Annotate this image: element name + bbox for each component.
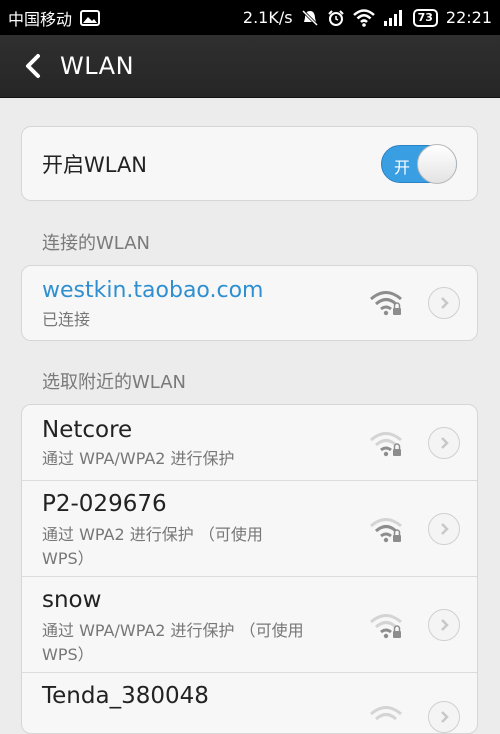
- wifi-signal-lock-icon: [370, 518, 402, 543]
- wlan-toggle-card: 开启WLAN 开: [21, 126, 478, 201]
- chevron-right-icon: [441, 523, 449, 535]
- network-detail-button[interactable]: [428, 427, 460, 459]
- connected-network-status: 已连接: [42, 310, 91, 329]
- nearby-section-header: 选取附近的WLAN: [42, 372, 187, 393]
- network-security: 通过 WPA/WPA2 进行保护 （可使用: [42, 621, 304, 640]
- wifi-signal-lock-icon: [370, 291, 402, 316]
- network-security-cont: WPS）: [42, 549, 94, 568]
- network-name: P2-029676: [42, 491, 167, 517]
- network-item-tenda-380048[interactable]: Tenda_380048: [22, 673, 477, 733]
- network-detail-button[interactable]: [428, 513, 460, 545]
- network-name: Tenda_380048: [42, 683, 209, 709]
- mute-icon: [301, 9, 319, 27]
- wifi-signal-lock-icon: [370, 614, 402, 639]
- connected-section-header: 连接的WLAN: [42, 233, 151, 254]
- image-notification-icon: [80, 9, 101, 26]
- wifi-status-icon: [352, 8, 375, 27]
- connected-network-name: westkin.taobao.com: [42, 278, 264, 303]
- wlan-toggle-switch[interactable]: 开: [381, 144, 457, 184]
- connected-network-detail-button[interactable]: [428, 287, 460, 319]
- nearby-network-list: Netcore 通过 WPA/WPA2 进行保护 P2-029676 通过 WP…: [21, 404, 478, 734]
- action-bar: WLAN: [0, 35, 500, 98]
- network-security: 通过 WPA/WPA2 进行保护: [42, 449, 235, 468]
- network-security-cont: WPS）: [42, 645, 94, 664]
- connected-network-card[interactable]: westkin.taobao.com 已连接: [21, 265, 478, 341]
- battery-level: 73: [417, 11, 433, 24]
- network-speed: 2.1K/s: [242, 8, 293, 27]
- back-arrow-icon: [26, 54, 40, 78]
- wifi-signal-lock-icon: [370, 706, 402, 721]
- battery-indicator: 73: [412, 8, 438, 27]
- network-name: Netcore: [42, 417, 133, 443]
- chevron-right-icon: [441, 711, 449, 723]
- switch-state-text: 开: [394, 158, 411, 177]
- clock: 22:21: [445, 8, 492, 27]
- chevron-right-icon: [441, 619, 449, 631]
- network-item-p2-029676[interactable]: P2-029676 通过 WPA2 进行保护 （可使用 WPS）: [22, 481, 477, 577]
- network-item-netcore[interactable]: Netcore 通过 WPA/WPA2 进行保护: [22, 405, 477, 481]
- carrier-name: 中国移动: [8, 9, 73, 29]
- wifi-signal-lock-icon: [370, 432, 402, 457]
- switch-knob: [417, 144, 457, 184]
- alarm-icon: [327, 9, 345, 27]
- back-button[interactable]: [12, 35, 52, 97]
- network-name: snow: [42, 587, 102, 613]
- network-detail-button[interactable]: [428, 701, 460, 733]
- network-item-snow[interactable]: snow 通过 WPA/WPA2 进行保护 （可使用 WPS）: [22, 577, 477, 673]
- status-bar: 中国移动 2.1K/s 73 22:21: [0, 0, 500, 35]
- signal-icon: [383, 9, 405, 27]
- wlan-toggle-label: 开启WLAN: [42, 152, 148, 177]
- network-security: 通过 WPA2 进行保护 （可使用: [42, 525, 263, 544]
- chevron-right-icon: [441, 297, 449, 309]
- network-detail-button[interactable]: [428, 609, 460, 641]
- page-title: WLAN: [60, 52, 135, 80]
- chevron-right-icon: [441, 437, 449, 449]
